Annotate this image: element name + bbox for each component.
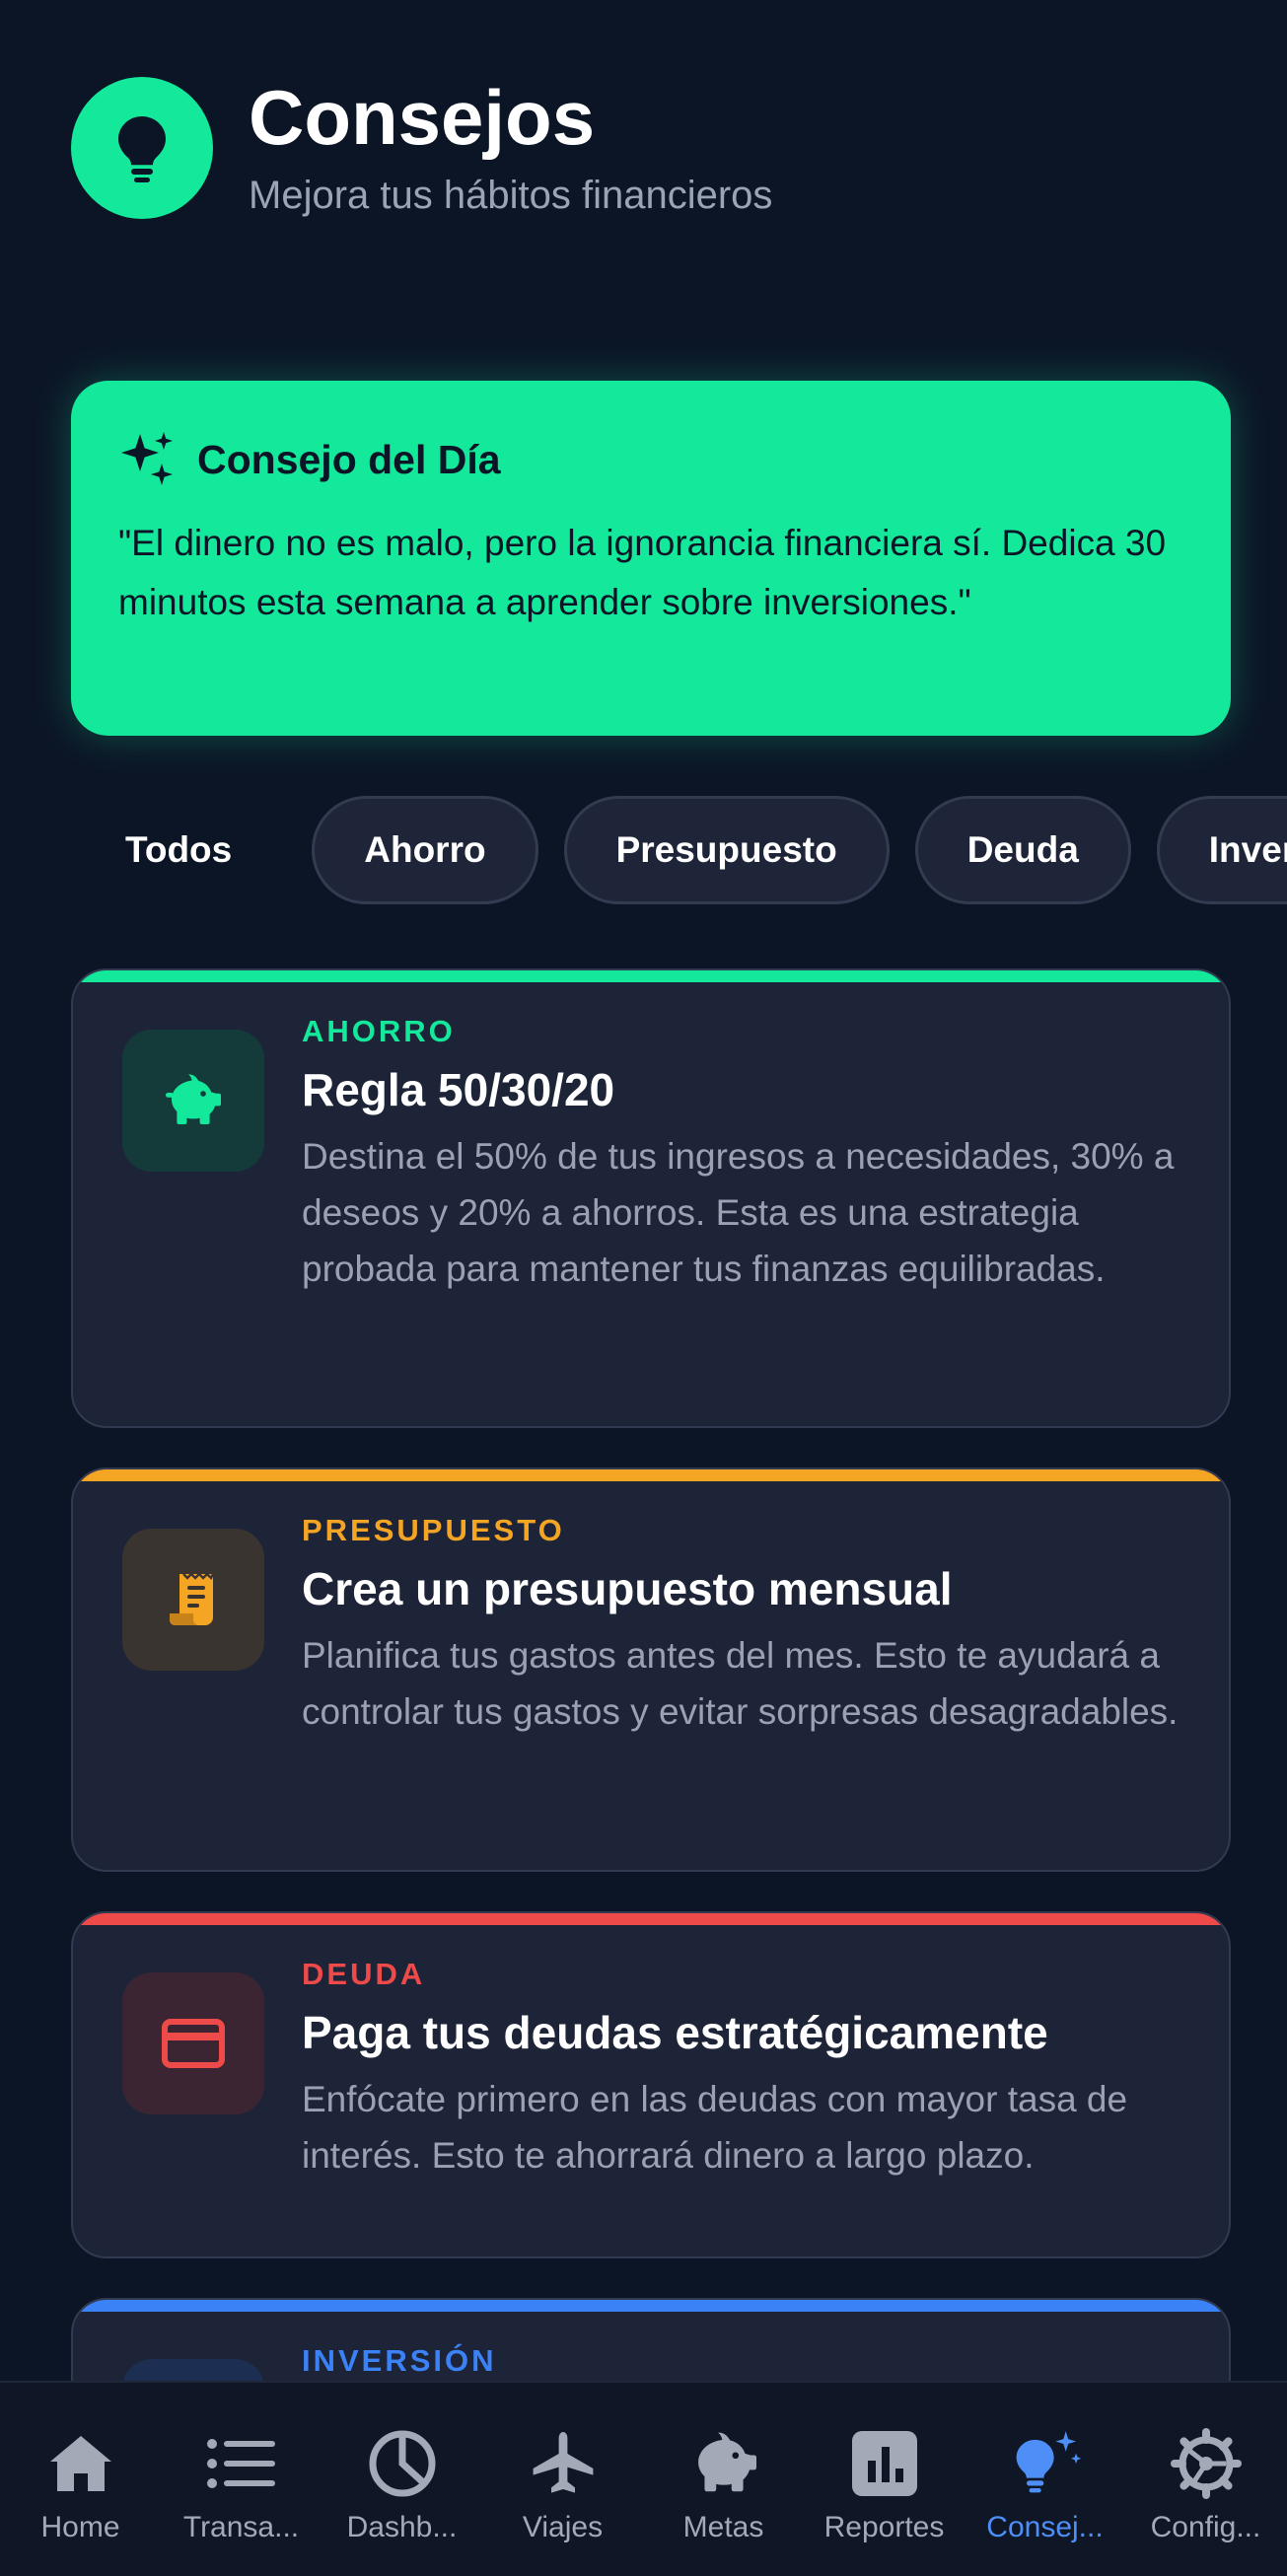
bar-chart-icon (847, 2426, 922, 2501)
tab-reports[interactable]: Reportes (804, 2383, 965, 2576)
card-accent-bar (73, 970, 1229, 982)
pie-chart-icon (365, 2426, 440, 2501)
tip-card-presupuesto[interactable]: PRESUPUESTO Crea un presupuesto mensual … (71, 1467, 1231, 1872)
category-filter-bar[interactable]: Todos Ahorro Presupuesto Deuda Inversión (71, 795, 1287, 905)
card-category: DEUDA (302, 1957, 426, 1991)
tab-label: Consej... (986, 2511, 1104, 2543)
lightbulb-icon (1008, 2426, 1083, 2501)
tab-tips[interactable]: Consej... (965, 2383, 1125, 2576)
filter-chip-ahorro[interactable]: Ahorro (312, 796, 538, 904)
card-accent-bar (73, 1469, 1229, 1481)
card-description: Enfócate primero en las deudas con mayor… (302, 2079, 1128, 2176)
card-description: Planifica tus gastos antes del mes. Esto… (302, 1635, 1179, 1732)
tab-home[interactable]: Home (0, 2383, 161, 2576)
page-subtitle: Mejora tus hábitos financieros (249, 173, 773, 217)
piggy-bank-icon (122, 1030, 264, 1172)
card-title: Regla 50/30/20 (302, 1064, 615, 1115)
tip-of-day-card: Consejo del Día "El dinero no es malo, p… (71, 381, 1231, 736)
tab-label: Reportes (823, 2511, 945, 2543)
card-title: Crea un presupuesto mensual (302, 1563, 953, 1614)
tip-card-deuda[interactable]: DEUDA Paga tus deudas estratégicamente E… (71, 1911, 1231, 2258)
tab-goals[interactable]: Metas (643, 2383, 804, 2576)
filter-chip-presupuesto[interactable]: Presupuesto (563, 796, 890, 904)
tab-label: Viajes (522, 2511, 604, 2543)
tab-label: Home (40, 2511, 120, 2543)
tab-transactions[interactable]: Transa... (161, 2383, 322, 2576)
home-icon (43, 2426, 118, 2501)
lightbulb-icon (71, 77, 213, 219)
card-category: PRESUPUESTO (302, 1513, 565, 1547)
card-accent-bar (73, 2300, 1229, 2312)
tab-label: Metas (682, 2511, 764, 2543)
filter-chip-inversion[interactable]: Inversión (1156, 796, 1287, 904)
filter-chip-deuda[interactable]: Deuda (914, 796, 1131, 904)
card-category: AHORRO (302, 1014, 456, 1048)
airplane-icon (526, 2426, 601, 2501)
credit-card-icon (122, 1972, 264, 2114)
tab-label: Dashb... (346, 2511, 458, 2543)
card-category: INVERSIÓN (302, 2343, 497, 2378)
tab-label: Transa... (182, 2511, 300, 2543)
sparkles-icon (118, 428, 178, 492)
piggy-bank-icon (686, 2426, 761, 2501)
receipt-icon (122, 1529, 264, 1671)
page-title: Consejos (249, 73, 596, 161)
bottom-tab-bar: Home Transa... Dashb... Viajes Metas Rep… (0, 2381, 1287, 2576)
card-description: Destina el 50% de tus ingresos a necesid… (302, 1136, 1175, 1289)
tab-label: Config... (1150, 2511, 1261, 2543)
page-header: Consejos Mejora tus hábitos financieros (71, 77, 772, 219)
tip-of-day-title: Consejo del Día (197, 437, 501, 482)
tab-trips[interactable]: Viajes (482, 2383, 643, 2576)
card-accent-bar (73, 1913, 1229, 1925)
tip-of-day-text: "El dinero no es malo, pero la ignoranci… (118, 523, 1167, 622)
tab-dashboard[interactable]: Dashb... (322, 2383, 482, 2576)
gear-icon (1169, 2426, 1244, 2501)
tip-card-ahorro[interactable]: AHORRO Regla 50/30/20 Destina el 50% de … (71, 968, 1231, 1428)
list-icon (204, 2426, 279, 2501)
filter-chip-todos[interactable]: Todos (71, 796, 286, 904)
tab-settings[interactable]: Config... (1125, 2383, 1286, 2576)
tips-screen: Consejos Mejora tus hábitos financieros … (0, 0, 1287, 2576)
card-title: Paga tus deudas estratégicamente (302, 2007, 1048, 2058)
